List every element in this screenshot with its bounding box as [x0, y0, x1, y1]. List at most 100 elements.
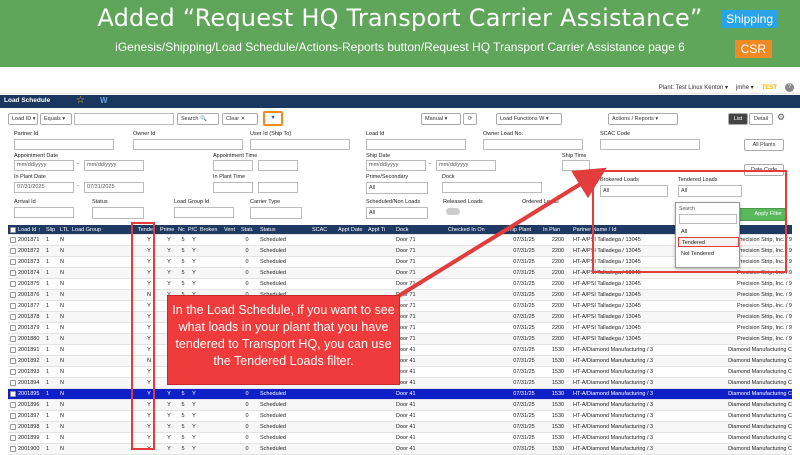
w-icon[interactable]: W: [100, 96, 108, 105]
user-id-input[interactable]: [250, 139, 350, 150]
actions-reports-dropdown[interactable]: Actions / Reports ▾: [608, 113, 678, 125]
column-header[interactable]: Status: [241, 225, 253, 235]
row-checkbox[interactable]: [10, 424, 16, 430]
ship-date-to[interactable]: mm/dd/yyyy: [436, 160, 496, 171]
table-row[interactable]: 2001895 1 N Y Y 5 Y 0 Scheduled Door 41 07/31/25 15…: [8, 389, 792, 400]
select-all-checkbox[interactable]: [10, 227, 16, 233]
partner-id-input[interactable]: [14, 139, 114, 150]
column-header[interactable]: P/C: [188, 225, 200, 235]
table-cell: Y: [192, 435, 196, 441]
plant-selector[interactable]: Plant: Test Linux Kenton ▾: [659, 84, 728, 91]
row-checkbox[interactable]: [10, 435, 16, 441]
all-plants-button[interactable]: All Plants: [744, 139, 784, 151]
column-header[interactable]: Vent: [224, 225, 240, 235]
column-header[interactable]: In Plan: [543, 225, 573, 235]
row-checkbox[interactable]: [10, 325, 16, 331]
clear-button[interactable]: Clear ✕: [222, 113, 258, 125]
load-functions-dropdown[interactable]: Load Functions W ▾: [496, 113, 562, 125]
row-checkbox[interactable]: [10, 270, 16, 276]
tab-load-schedule[interactable]: Load Schedule: [4, 97, 50, 104]
column-header[interactable]: Prime: [160, 225, 178, 235]
in-plant-date-to[interactable]: 07/31/2025: [84, 182, 144, 193]
list-view-button[interactable]: List: [728, 113, 748, 125]
help-icon[interactable]: ?: [785, 83, 794, 92]
detail-view-button[interactable]: Detail: [749, 113, 773, 125]
ship-time-from[interactable]: [562, 160, 590, 171]
search-input[interactable]: [74, 113, 174, 125]
star-icon[interactable]: ☆: [76, 95, 85, 106]
owner-load-no-input[interactable]: [483, 139, 583, 150]
table-row[interactable]: 2001899 1 N Y Y 5 Y 0 Scheduled Door 41 07/31/25 15…: [8, 433, 792, 444]
row-checkbox[interactable]: [10, 259, 16, 265]
row-checkbox[interactable]: [10, 314, 16, 320]
row-checkbox[interactable]: [10, 281, 16, 287]
row-checkbox[interactable]: [10, 391, 16, 397]
column-header[interactable]: LTL: [60, 225, 72, 235]
appointment-time-to[interactable]: [258, 160, 298, 171]
row-checkbox[interactable]: [10, 402, 16, 408]
row-checkbox[interactable]: [10, 369, 16, 375]
manual-dropdown[interactable]: Manual ▾: [421, 113, 461, 125]
column-header[interactable]: Load Group: [72, 225, 102, 235]
column-header[interactable]: Checked In On: [448, 225, 506, 235]
column-header[interactable]: Broken: [200, 225, 224, 235]
dock-input[interactable]: [442, 182, 542, 193]
refresh-icon[interactable]: ⟳: [463, 113, 477, 125]
row-checkbox[interactable]: [10, 347, 16, 353]
scac-code-input[interactable]: [600, 139, 700, 150]
in-plant-date-from[interactable]: 07/31/2025: [14, 182, 74, 193]
search-button[interactable]: Search 🔍: [177, 113, 219, 125]
table-row[interactable]: 20018771NYY5Y0ScheduledDoor 7107/31/2522…: [8, 301, 792, 312]
table-row[interactable]: 20018791NYY5Y0ScheduledDoor 7107/31/2522…: [8, 323, 792, 334]
load-id-input[interactable]: [366, 139, 466, 150]
row-checkbox[interactable]: [10, 237, 16, 243]
row-checkbox[interactable]: [10, 303, 16, 309]
table-row[interactable]: 2001897 1 N Y Y 5 Y 0 Scheduled Door 41 07/31/25 15…: [8, 411, 792, 422]
column-header[interactable]: Status: [260, 225, 306, 235]
column-header[interactable]: Ship Plant: [506, 225, 542, 235]
arrival-id-input[interactable]: [14, 207, 74, 218]
load-group-id-input[interactable]: [174, 207, 234, 218]
row-checkbox[interactable]: [10, 446, 16, 452]
table-row[interactable]: 20018761NNY5Y0ScheduledDoor 7107/31/2522…: [8, 290, 792, 301]
row-checkbox[interactable]: [10, 358, 16, 364]
row-checkbox[interactable]: [10, 413, 16, 419]
in-plant-time-to[interactable]: [258, 182, 298, 193]
table-row[interactable]: 20018931NYY5Y0ScheduledDoor 4107/31/2515…: [8, 367, 792, 378]
released-loads-toggle[interactable]: [446, 208, 460, 215]
prime-secondary-select[interactable]: All: [366, 182, 428, 194]
table-row[interactable]: 2001898 1 N Y Y 5 Y 0 Scheduled Door 41 07/31/25 15…: [8, 422, 792, 433]
load-id-dropdown[interactable]: Load ID ▾: [8, 113, 38, 125]
column-header[interactable]: Slip: [46, 225, 58, 235]
column-header[interactable]: Load Id ↑: [18, 225, 48, 235]
appointment-time-from[interactable]: [213, 160, 253, 171]
appointment-date-to[interactable]: mm/dd/yyyy: [84, 160, 144, 171]
column-header[interactable]: Appt Ti: [368, 225, 394, 235]
scheduled-non-select[interactable]: All: [366, 207, 428, 219]
in-plant-time-from[interactable]: [213, 182, 253, 193]
column-header[interactable]: Appt Date: [338, 225, 366, 235]
table-row[interactable]: 20018801NYY5Y0ScheduledDoor 7107/31/2522…: [8, 334, 792, 345]
column-header[interactable]: Dock: [396, 225, 446, 235]
gear-icon[interactable]: ⚙: [777, 112, 785, 123]
table-row[interactable]: 20018941NYY5Y0ScheduledDoor 4107/31/2515…: [8, 378, 792, 389]
table-row[interactable]: 20018921NNY5Y0ScheduledDoor 4107/31/2515…: [8, 356, 792, 367]
owner-id-input[interactable]: [133, 139, 243, 150]
carrier-type-select[interactable]: [250, 207, 302, 219]
column-header[interactable]: Nc: [178, 225, 188, 235]
row-checkbox[interactable]: [10, 380, 16, 386]
appointment-date-from[interactable]: mm/dd/yyyy: [14, 160, 74, 171]
column-header[interactable]: SCAC: [312, 225, 334, 235]
filter-toggle-button[interactable]: ▼: [263, 111, 283, 126]
status-select[interactable]: [92, 207, 144, 219]
ship-date-from[interactable]: mm/dd/yyyy: [366, 160, 426, 171]
row-checkbox[interactable]: [10, 292, 16, 298]
table-row[interactable]: 20018781NYY5Y0ScheduledDoor 7107/31/2522…: [8, 312, 792, 323]
table-row[interactable]: 2001896 1 N Y Y 5 Y 0 Scheduled Door 41 07/31/25 15…: [8, 400, 792, 411]
equals-dropdown[interactable]: Equals ▾: [40, 113, 72, 125]
table-row[interactable]: 20018911NYY5Y0ScheduledDoor 4107/31/2515…: [8, 345, 792, 356]
user-menu[interactable]: jmhe ▾: [736, 84, 754, 91]
row-checkbox[interactable]: [10, 248, 16, 254]
row-checkbox[interactable]: [10, 336, 16, 342]
table-row[interactable]: 2001875 1 N Y Y 5 Y 0 Scheduled Door 71 07/31/25 22…: [8, 279, 792, 290]
